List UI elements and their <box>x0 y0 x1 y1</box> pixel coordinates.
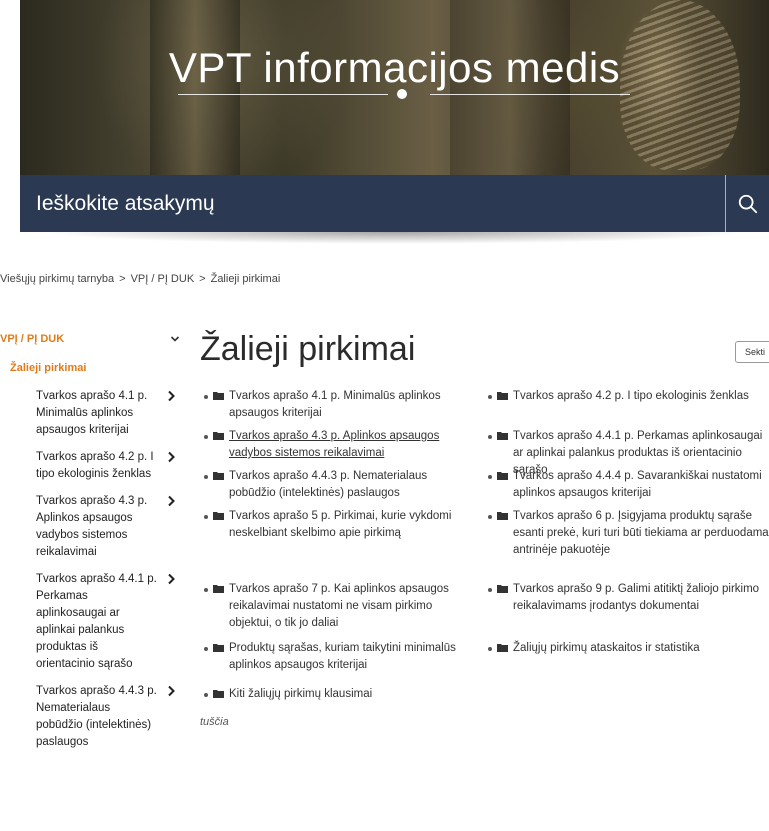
search-icon <box>738 194 757 213</box>
search-input[interactable] <box>20 175 725 232</box>
list-item: Tvarkos aprašo 4.4.3 p. Nematerialaus po… <box>200 468 476 508</box>
folder-icon <box>213 432 224 440</box>
sidebar-root[interactable]: VPĮ / PĮ DUK <box>0 330 180 348</box>
page-title: Žalieji pirkimai <box>200 330 416 368</box>
hero-title: VPT informacijos medis <box>168 44 621 91</box>
folder-icon <box>213 472 224 480</box>
chevron-right-icon <box>168 685 175 697</box>
chevron-down-icon[interactable] <box>170 334 180 344</box>
bullet <box>488 395 492 399</box>
follow-button[interactable]: Sekti <box>735 341 769 363</box>
topic-link[interactable]: Tvarkos aprašo 4.4.4 p. Savarankiškai nu… <box>513 470 762 499</box>
sidebar-item[interactable]: Tvarkos aprašo 4.1 p. Minimalūs aplinkos… <box>0 388 180 439</box>
hero-image-trunk <box>150 0 240 196</box>
list-item: Tvarkos aprašo 6 p. Įsigyjama produktų s… <box>484 508 769 581</box>
topic-link[interactable]: Tvarkos aprašo 5 p. Pirkimai, kurie vykd… <box>229 510 451 539</box>
list-item: Tvarkos aprašo 7 p. Kai aplinkos apsaugo… <box>200 581 476 640</box>
bullet <box>204 693 208 697</box>
bullet <box>204 395 208 399</box>
search-bar <box>20 175 769 232</box>
topic-link[interactable]: Tvarkos aprašo 4.1 p. Minimalūs aplinkos… <box>229 390 441 419</box>
list-item: Produktų sąrašas, kuriam taikytini minim… <box>200 640 476 686</box>
sidebar-list: Tvarkos aprašo 4.1 p. Minimalūs aplinkos… <box>0 388 180 751</box>
chevron-right-icon <box>168 495 175 507</box>
topic-link[interactable]: Tvarkos aprašo 4.2 p. I tipo ekologinis … <box>513 390 749 402</box>
bullet <box>204 515 208 519</box>
sidebar-item[interactable]: Tvarkos aprašo 4.2 p. I tipo ekologinis … <box>0 449 180 483</box>
topic-link[interactable]: Žaliųjų pirkimų ataskaitos ir statistika <box>513 642 700 654</box>
breadcrumb-separator: > <box>119 273 126 285</box>
folder-icon <box>213 512 224 520</box>
sidebar-item[interactable]: Tvarkos aprašo 4.4.1 p. Perkamas aplinko… <box>0 571 180 673</box>
list-item: Tvarkos aprašo 4.1 p. Minimalūs aplinkos… <box>200 388 476 428</box>
breadcrumb-separator: > <box>199 273 206 285</box>
sidebar-item-label: Tvarkos aprašo 4.1 p. Minimalūs aplinkos… <box>36 390 148 436</box>
breadcrumb-current: Žalieji pirkimai <box>210 273 281 285</box>
bullet <box>488 588 492 592</box>
topic-list: Tvarkos aprašo 4.1 p. Minimalūs aplinkos… <box>200 388 769 728</box>
list-item: Tvarkos aprašo 4.2 p. I tipo ekologinis … <box>484 388 769 428</box>
breadcrumb-link-duk[interactable]: VPĮ / PĮ DUK <box>131 273 195 285</box>
sidebar-item[interactable]: Tvarkos aprašo 4.4.3 p. Nematerialaus po… <box>0 683 180 751</box>
list-item: Tvarkos aprašo 4.4.4 p. Savarankiškai nu… <box>484 468 769 508</box>
sidebar-active-item[interactable]: Žalieji pirkimai <box>10 362 180 374</box>
chevron-right-icon <box>168 451 175 463</box>
bullet <box>204 588 208 592</box>
sidebar-item-label: Tvarkos aprašo 4.4.3 p. Nematerialaus po… <box>36 685 157 748</box>
sidebar-item-label: Tvarkos aprašo 4.2 p. I tipo ekologinis … <box>36 451 154 480</box>
hero-divider-left <box>178 94 388 95</box>
topic-link[interactable]: Produktų sąrašas, kuriam taikytini minim… <box>229 642 456 671</box>
hero-divider-right <box>430 94 630 95</box>
search-button[interactable] <box>725 175 769 232</box>
sidebar-item[interactable]: Tvarkos aprašo 4.3 p. Aplinkos apsaugos … <box>0 493 180 561</box>
list-item: Žaliųjų pirkimų ataskaitos ir statistika <box>484 640 769 686</box>
topic-link[interactable]: Tvarkos aprašo 6 p. Įsigyjama produktų s… <box>513 510 769 556</box>
topic-link[interactable]: Tvarkos aprašo 9 p. Galimi atitiktį žali… <box>513 583 759 612</box>
list-item: Tvarkos aprašo 4.3 p. Aplinkos apsaugos … <box>200 428 476 468</box>
topic-link[interactable]: Tvarkos aprašo 7 p. Kai aplinkos apsaugo… <box>229 583 449 629</box>
folder-icon <box>213 585 224 593</box>
chevron-right-icon <box>168 390 175 402</box>
bullet <box>204 647 208 651</box>
breadcrumb: Viešųjų pirkimų tarnyba > VPĮ / PĮ DUK > Žal… <box>0 273 280 285</box>
bullet <box>488 515 492 519</box>
topic-link[interactable]: Kiti žaliųjų pirkimų klausimai <box>229 688 372 700</box>
bullet <box>488 435 492 439</box>
sidebar-root-label: VPĮ / PĮ DUK <box>0 333 65 345</box>
search-shadow <box>40 232 750 244</box>
bullet <box>204 475 208 479</box>
topic-link[interactable]: Tvarkos aprašo 4.3 p. Aplinkos apsaugos … <box>229 430 439 459</box>
sidebar: VPĮ / PĮ DUK Žalieji pirkimai Tvarkos ap… <box>0 330 180 761</box>
hero-banner: VPT informacijos medis <box>20 0 769 196</box>
hero-image-trunk <box>450 0 570 196</box>
folder-icon <box>213 690 224 698</box>
bullet <box>488 475 492 479</box>
folder-icon <box>497 432 508 440</box>
folder-icon <box>497 392 508 400</box>
sidebar-item-label: Tvarkos aprašo 4.4.1 p. Perkamas aplinko… <box>36 573 157 670</box>
hero-divider-dot <box>397 89 407 99</box>
topic-link[interactable]: Tvarkos aprašo 4.4.3 p. Nematerialaus po… <box>229 470 427 499</box>
list-item: Tvarkos aprašo 9 p. Galimi atitiktį žali… <box>484 581 769 640</box>
list-item: Tvarkos aprašo 5 p. Pirkimai, kurie vykd… <box>200 508 476 581</box>
folder-icon <box>497 585 508 593</box>
bullet <box>204 435 208 439</box>
empty-label: tuščia <box>200 716 229 728</box>
folder-icon <box>497 472 508 480</box>
sidebar-item-label: Tvarkos aprašo 4.3 p. Aplinkos apsaugos … <box>36 495 148 558</box>
folder-icon <box>497 512 508 520</box>
list-item: Kiti žaliųjų pirkimų klausimai <box>200 686 476 708</box>
folder-icon <box>497 644 508 652</box>
folder-icon <box>213 644 224 652</box>
list-item: Tvarkos aprašo 4.4.1 p. Perkamas aplinko… <box>484 428 769 476</box>
breadcrumb-link-home[interactable]: Viešųjų pirkimų tarnyba <box>0 273 114 285</box>
bullet <box>488 647 492 651</box>
folder-icon <box>213 392 224 400</box>
chevron-right-icon <box>168 573 175 585</box>
